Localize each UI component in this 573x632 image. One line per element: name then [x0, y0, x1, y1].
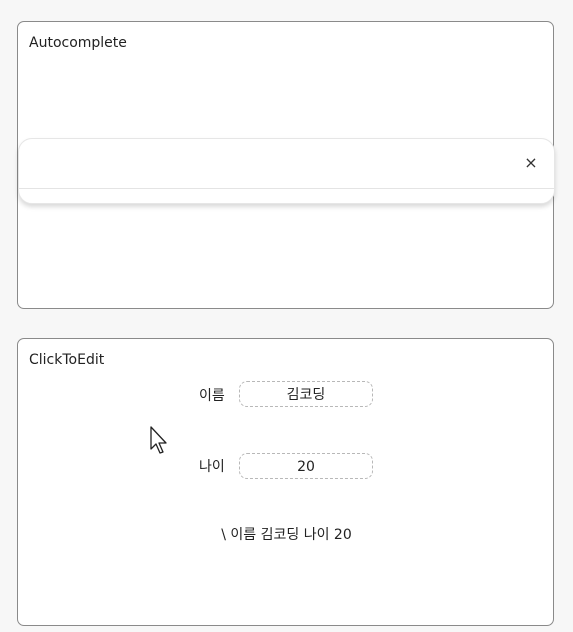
autocomplete-input[interactable] — [31, 151, 515, 177]
click-to-edit-title: ClickToEdit — [29, 352, 105, 368]
mouse-pointer-icon — [150, 426, 167, 454]
age-field[interactable]: 20 — [239, 453, 373, 479]
autocomplete-title: Autocomplete — [29, 35, 127, 51]
name-label: 이름 — [199, 388, 225, 404]
summary-text: \ 이름 김코딩 나이 20 — [221, 527, 352, 543]
age-label: 나이 — [199, 459, 225, 475]
autocomplete-dropdown: × — [18, 138, 555, 204]
autocomplete-input-row: × — [19, 139, 554, 189]
close-icon[interactable]: × — [522, 154, 540, 172]
name-field[interactable]: 김코딩 — [239, 381, 373, 407]
